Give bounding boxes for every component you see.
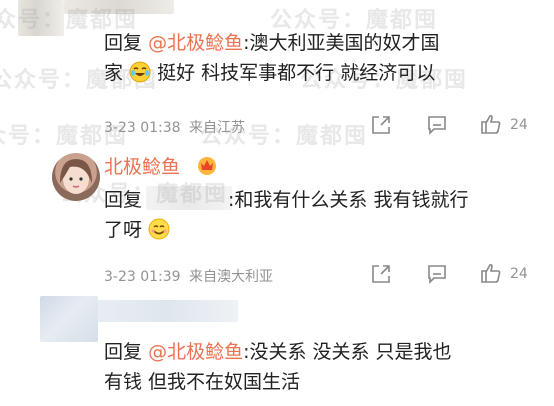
comment-icon[interactable] [426, 263, 448, 285]
timestamp: 3-23 01:39 [104, 269, 181, 285]
reply-prefix: 回复 [104, 341, 143, 363]
comment-3-body: 回复 @北极鲶鱼:没关系 没关系 只是我也 有钱 但我不在奴国生活 [104, 337, 534, 397]
comment-text-line2: 有钱 但我不在奴国生活 [104, 371, 301, 393]
blurred-name-top [64, 0, 174, 14]
location-source: 来自江苏 [189, 120, 246, 136]
blurred-name-bottom [98, 300, 238, 322]
avatar-portrait-icon [60, 159, 92, 194]
comment-text-line2a: 家 [104, 62, 124, 84]
laughing-tears-emoji-icon [129, 61, 151, 83]
share-icon[interactable] [370, 263, 392, 285]
mention-link[interactable]: @北极鲶鱼 [148, 32, 243, 54]
comment-1-meta: 3-23 01:38 来自江苏 [104, 117, 245, 137]
username[interactable]: 北极鲶鱼 [104, 152, 180, 179]
thumbs-up-icon[interactable] [480, 113, 502, 135]
like-count: 24 [510, 117, 528, 133]
share-icon[interactable] [370, 114, 392, 136]
smile-emoji-icon [148, 218, 170, 240]
thumbs-up-icon[interactable] [480, 262, 502, 284]
mention-link[interactable]: @北极鲶鱼 [148, 341, 243, 363]
reply-prefix: 回复 [104, 189, 143, 211]
blurred-avatar-bottom [40, 296, 98, 342]
comment-icon[interactable] [426, 114, 448, 136]
like-count: 24 [510, 266, 528, 282]
comment-2-meta: 3-23 01:39 来自澳大利亚 [104, 266, 273, 286]
location-source: 来自澳大利亚 [189, 269, 274, 285]
comment-text-line1: :没关系 没关系 只是我也 [243, 341, 452, 363]
timestamp: 3-23 01:38 [104, 120, 181, 136]
comment-text-line2: 了呀 [104, 219, 143, 241]
comment-2-body: 回复 :和我有什么关系 我有钱就行 了呀 [104, 185, 534, 245]
comment-text-line1: :澳大利亚美国的奴才国 [243, 32, 440, 54]
reply-prefix: 回复 [104, 32, 143, 54]
comment-text-line1: :和我有什么关系 我有钱就行 [228, 189, 469, 211]
comment-1-body: 回复 @北极鲶鱼:澳大利亚美国的奴才国 家 挺好 科技军事都不行 就经济可以 [104, 28, 534, 88]
comment-text-line2b: 挺好 科技军事都不行 就经济可以 [157, 62, 436, 84]
avatar[interactable] [52, 153, 100, 201]
blurred-avatar-top [18, 0, 64, 36]
vip-crown-icon [198, 157, 216, 175]
